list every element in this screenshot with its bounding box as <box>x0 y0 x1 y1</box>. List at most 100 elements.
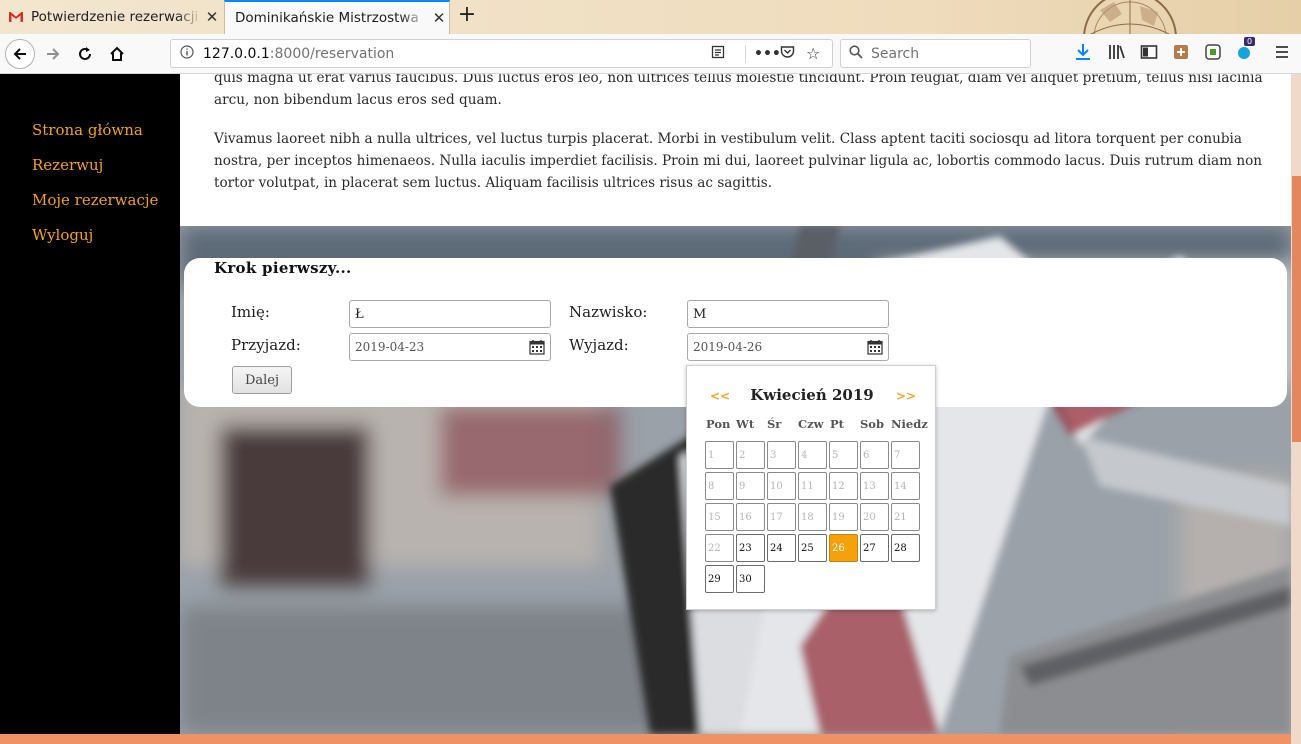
day-cell[interactable]: 24 <box>767 534 796 562</box>
day-cell: 19 <box>829 503 858 531</box>
tab-active[interactable]: Dominikańskie Mistrzostwa ✕ <box>224 0 450 34</box>
first-name-label: Imię: <box>231 303 270 321</box>
search-icon <box>849 44 863 63</box>
day-cell[interactable]: 30 <box>736 565 765 593</box>
body-paragraph: quis magna ut erat varius faucibus. Duis… <box>214 74 1263 108</box>
reload-button[interactable] <box>70 39 100 69</box>
form-title: Krok pierwszy... <box>214 259 352 277</box>
day-cell: 9 <box>736 472 765 500</box>
date-picker-popup: << Kwiecień 2019 >> Pon Wt Śr Czw Pt Sob Niedz… <box>686 365 936 610</box>
gmail-icon <box>8 11 24 23</box>
arrow-right-icon <box>47 48 60 60</box>
sidebar-toggle-icon[interactable] <box>1140 43 1158 61</box>
day-cell: 18 <box>798 503 827 531</box>
selected-day-cell[interactable]: 26 <box>829 534 858 562</box>
arrival-date-field[interactable]: 2019-04-23 <box>349 333 551 361</box>
screenshot-extension-icon[interactable] <box>1204 43 1222 61</box>
scrollbar-thumb[interactable] <box>1292 176 1301 442</box>
day-cell: 14 <box>891 472 920 500</box>
browser-navigation-bar: 127.0.0.1:8000/reservation ••• ☆ Search <box>0 34 1301 74</box>
forward-button[interactable] <box>38 39 68 69</box>
menu-icon[interactable] <box>1273 43 1291 61</box>
library-icon[interactable] <box>1108 43 1126 61</box>
day-cell[interactable]: 27 <box>860 534 889 562</box>
departure-label: Wyjazd: <box>569 336 629 354</box>
calendar-icon[interactable] <box>529 339 545 355</box>
day-cell: 20 <box>860 503 889 531</box>
arrow-left-icon <box>13 48 26 60</box>
day-cell: 7 <box>891 441 920 469</box>
day-cell: 13 <box>860 472 889 500</box>
tab-gmail[interactable]: Potwierdzenie rezerwacji ✕ <box>0 0 222 34</box>
new-tab-button[interactable]: + <box>455 4 479 28</box>
extension-badge-count: 0 <box>1244 37 1256 46</box>
day-cell[interactable]: 23 <box>736 534 765 562</box>
bookmark-star-icon[interactable]: ☆ <box>806 44 832 63</box>
pocket-icon[interactable] <box>780 45 806 63</box>
calendar-icon[interactable] <box>867 339 883 355</box>
day-cell: 2 <box>736 441 765 469</box>
day-cell: 3 <box>767 441 796 469</box>
last-name-label: Nazwisko: <box>569 303 648 321</box>
arrival-date-value: 2019-04-23 <box>355 340 425 354</box>
url-host: 127.0.0.1 <box>203 45 270 62</box>
day-cell: 4 <box>798 441 827 469</box>
weekday-label: Sob <box>860 417 885 431</box>
search-placeholder: Search <box>871 45 920 62</box>
url-bar[interactable]: 127.0.0.1:8000/reservation ••• ☆ <box>170 39 833 68</box>
next-button[interactable]: Dalej <box>232 366 292 394</box>
theme-globe-decoration <box>1070 0 1190 38</box>
badge-extension-icon[interactable]: 0 <box>1236 37 1256 61</box>
browser-tab-strip: Potwierdzenie rezerwacji ✕ Dominikańskie… <box>0 0 1301 38</box>
arrival-label: Przyjazd: <box>231 336 301 354</box>
day-cell: 1 <box>705 441 734 469</box>
home-icon <box>110 46 124 61</box>
last-name-value: M <box>693 306 707 322</box>
weekday-label: Wt <box>736 417 755 431</box>
day-cell[interactable]: 28 <box>891 534 920 562</box>
url-path: :8000/reservation <box>269 45 395 62</box>
close-icon[interactable]: ✕ <box>429 9 449 27</box>
day-cell: 21 <box>891 503 920 531</box>
weekday-label: Pt <box>830 417 844 431</box>
download-icon[interactable] <box>1074 43 1092 61</box>
day-cell: 10 <box>767 472 796 500</box>
departure-date-value: 2019-04-26 <box>693 340 763 354</box>
day-cell: 22 <box>705 534 734 562</box>
info-icon[interactable] <box>171 44 203 63</box>
day-cell: 16 <box>736 503 765 531</box>
extension-icon[interactable] <box>1172 43 1190 61</box>
sidebar-item-reserve[interactable]: Rezerwuj <box>32 156 103 174</box>
more-actions-icon[interactable]: ••• <box>754 46 781 62</box>
sidebar-item-home[interactable]: Strona główna <box>32 121 143 139</box>
sidebar-item-logout[interactable]: Wyloguj <box>32 226 93 244</box>
footer-strip <box>0 734 1291 744</box>
day-cell: 8 <box>705 472 734 500</box>
weekday-label: Śr <box>767 417 782 431</box>
day-cell[interactable]: 25 <box>798 534 827 562</box>
tab-title: Potwierdzenie rezerwacji <box>31 9 199 25</box>
first-name-value: Ł <box>355 306 364 322</box>
search-bar[interactable]: Search <box>840 39 1031 68</box>
reader-view-icon[interactable] <box>711 45 737 63</box>
day-cell: 11 <box>798 472 827 500</box>
next-month-button[interactable]: >> <box>896 389 916 403</box>
day-cell: 6 <box>860 441 889 469</box>
sidebar-item-my-reservations[interactable]: Moje rezerwacje <box>32 191 158 209</box>
sidebar: Strona główna Rezerwuj Moje rezerwacje W… <box>0 74 180 734</box>
weekday-label: Czw <box>798 417 824 431</box>
close-icon[interactable]: ✕ <box>202 8 222 26</box>
home-button[interactable] <box>102 39 132 69</box>
departure-date-field[interactable]: 2019-04-26 <box>687 333 889 361</box>
tab-title: Dominikańskie Mistrzostwa <box>235 10 419 26</box>
day-cell: 15 <box>705 503 734 531</box>
back-button[interactable] <box>5 39 35 69</box>
page-viewport: Strona główna Rezerwuj Moje rezerwacje W… <box>0 74 1301 744</box>
day-cell: 5 <box>829 441 858 469</box>
reload-icon <box>79 47 91 60</box>
weekday-label: Pon <box>706 417 731 431</box>
last-name-field[interactable]: M <box>687 300 889 328</box>
day-cell: 12 <box>829 472 858 500</box>
day-cell[interactable]: 29 <box>705 565 734 593</box>
first-name-field[interactable]: Ł <box>349 300 551 328</box>
